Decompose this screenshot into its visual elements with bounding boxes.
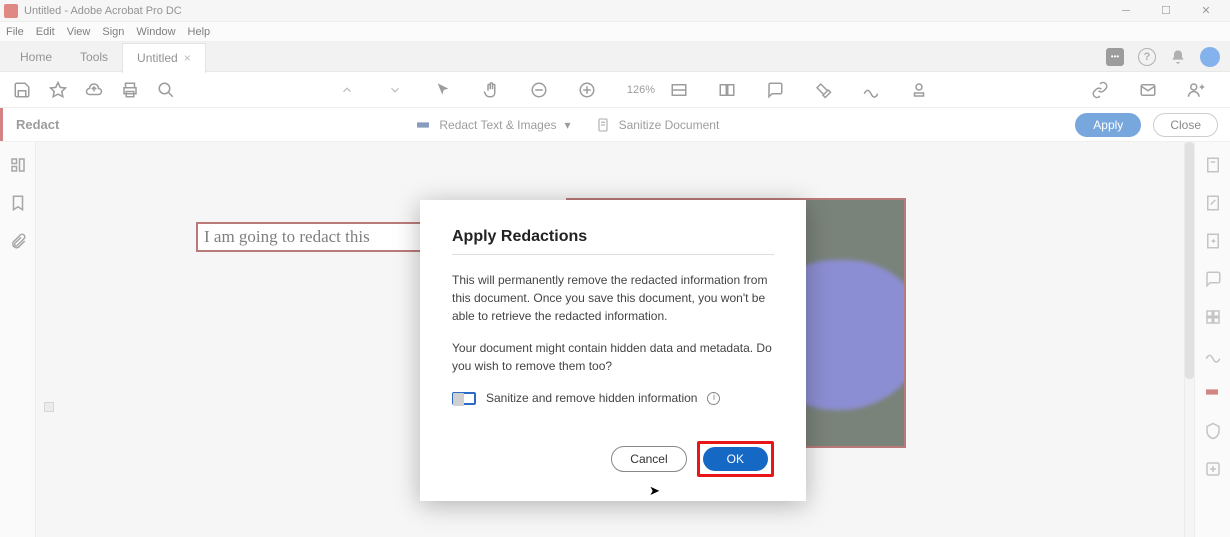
highlighted-ok-annotation: OK [697,441,774,477]
sanitize-toggle[interactable] [452,392,476,405]
apply-redactions-dialog: Apply Redactions This will permanently r… [420,200,806,501]
dialog-paragraph-2: Your document might contain hidden data … [452,339,774,375]
dialog-ok-button[interactable]: OK [703,447,768,471]
dialog-paragraph-1: This will permanently remove the redacte… [452,271,774,325]
sanitize-toggle-label: Sanitize and remove hidden information [486,389,697,407]
dialog-cancel-button[interactable]: Cancel [611,446,686,472]
dialog-title: Apply Redactions [452,228,774,255]
info-icon[interactable]: i [707,392,720,405]
